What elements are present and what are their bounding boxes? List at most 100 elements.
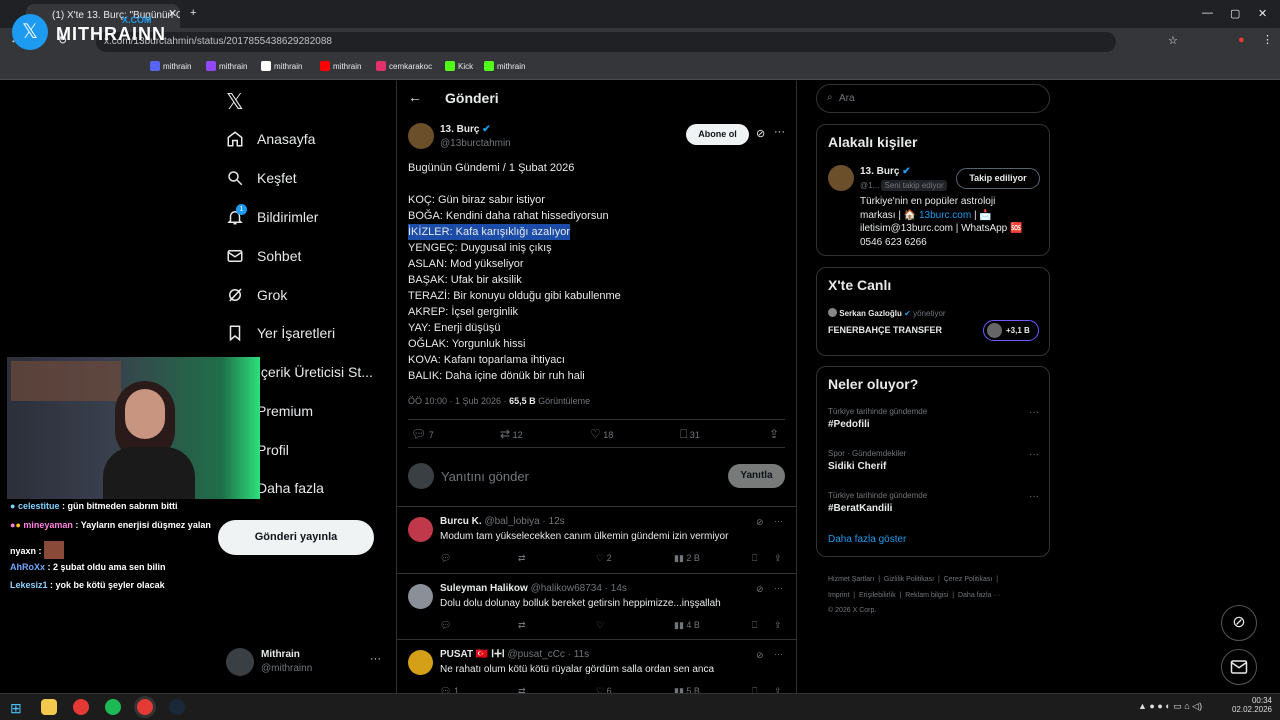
author-avatar[interactable] xyxy=(408,123,434,149)
file-explorer-icon[interactable] xyxy=(41,699,57,715)
footer-link[interactable]: Hizmet Şartları xyxy=(828,576,874,583)
trend-name[interactable]: #Pedofili xyxy=(828,419,870,430)
steam-icon[interactable] xyxy=(169,699,185,715)
person-name[interactable]: 13. Burç ✔ xyxy=(860,166,911,177)
reply-item[interactable]: PUSAT 🇹🇷 ⵏⵜⵏ @pusat_cCc · 11s Ne rahatı … xyxy=(396,639,797,693)
following-button[interactable]: Takip ediliyor xyxy=(956,168,1040,189)
views-action[interactable]: ▮▮ 2 B xyxy=(674,553,700,564)
like-action[interactable]: ♡ 2 xyxy=(596,553,612,564)
more-icon[interactable]: ··· xyxy=(774,516,783,526)
messages-float-button[interactable] xyxy=(1221,649,1257,685)
maximize-icon[interactable]: ▢ xyxy=(1230,7,1240,20)
bookmark-action[interactable]: ⎕ 31 xyxy=(680,427,700,442)
grok-icon xyxy=(229,288,242,302)
like-action[interactable]: ♡ 6 xyxy=(596,686,612,693)
avatar[interactable] xyxy=(226,648,254,676)
menu-icon[interactable]: ⋮ xyxy=(1262,33,1273,46)
share-icon[interactable]: ⇪ xyxy=(774,620,782,631)
minimize-icon[interactable]: — xyxy=(1202,7,1213,19)
more-icon[interactable]: ··· xyxy=(1029,491,1039,502)
views-action[interactable]: ▮▮ 5 B xyxy=(674,686,700,693)
reply-action[interactable]: 💬︎ 7 xyxy=(411,427,434,441)
grok-icon[interactable]: ⊘ xyxy=(756,127,765,140)
footer-link[interactable]: Gizlilik Politikası xyxy=(884,576,934,583)
live-topic[interactable]: FENERBAHÇE TRANSFER xyxy=(828,325,942,335)
grok-icon[interactable]: ⊘ xyxy=(756,650,764,661)
windows-start-icon[interactable]: ⊞ xyxy=(10,700,22,717)
spotify-icon[interactable] xyxy=(105,699,121,715)
share-icon[interactable]: ⇪ xyxy=(774,686,782,693)
avatar[interactable] xyxy=(828,165,854,191)
repost-icon[interactable]: ⇄ xyxy=(518,553,526,564)
chrome-active-icon[interactable] xyxy=(137,699,153,715)
account-name[interactable]: Mithrain xyxy=(261,649,300,660)
bookmark-0[interactable]: mithrain xyxy=(150,61,191,71)
views-action[interactable]: ▮▮ 4 B xyxy=(674,620,700,631)
reply-input[interactable]: Yanıtını gönder xyxy=(441,469,529,484)
reply-item[interactable]: Burcu K. @bal_lobiya · 12s Modum tam yük… xyxy=(396,506,797,573)
bookmark-2[interactable]: mithrain xyxy=(261,61,302,71)
show-more-link[interactable]: Daha fazla göster xyxy=(828,534,906,545)
chrome-icon[interactable] xyxy=(73,699,89,715)
more-icon[interactable]: ··· xyxy=(774,649,783,659)
reply-icon[interactable]: 💬︎ xyxy=(440,620,451,631)
footer-link[interactable]: Daha fazla ··· xyxy=(958,592,1000,599)
bookmark-icon[interactable]: ⎕ xyxy=(752,553,757,564)
bookmark-icon[interactable]: ⎕ xyxy=(752,686,757,693)
post-button[interactable]: Gönderi yayınla xyxy=(218,520,374,555)
grok-icon[interactable]: ⊘ xyxy=(756,584,764,595)
author-name[interactable]: 13. Burç ✔ xyxy=(440,124,491,135)
footer-link[interactable]: Imprint xyxy=(828,592,849,599)
back-arrow-icon[interactable]: ← xyxy=(408,89,422,105)
more-icon[interactable]: ··· xyxy=(1029,407,1039,418)
footer-link[interactable]: Erişilebilirlik xyxy=(859,592,896,599)
reply-button[interactable]: Yanıtla xyxy=(728,464,785,488)
repost-icon[interactable]: ⇄ xyxy=(518,620,526,631)
chat-text: : xyxy=(36,546,45,556)
bio-link[interactable]: 13burc.com xyxy=(919,210,971,221)
search-box[interactable]: ⌕ Ara xyxy=(816,84,1050,113)
more-icon[interactable]: ··· xyxy=(1029,449,1039,460)
bookmark-5[interactable]: Kick xyxy=(445,61,473,71)
post-line: ASLAN: Mod yükseliyor xyxy=(408,258,524,270)
grok-icon[interactable]: ⊘ xyxy=(756,517,764,528)
tray-icons[interactable]: ▲ ● ● ◐ ▭ ⌂ ◁) xyxy=(1138,701,1202,712)
more-icon[interactable]: ··· xyxy=(774,126,785,138)
repost-icon[interactable]: ⇄ xyxy=(518,686,526,693)
nav-label: Premium xyxy=(257,403,314,419)
reply-icon[interactable]: 💬︎ xyxy=(440,553,451,564)
repost-icon: ⇄ xyxy=(500,427,511,441)
reply-item[interactable]: Suleyman Halikow @halikow68734 · 14s Dol… xyxy=(396,573,797,639)
bookmark-1[interactable]: mithrain xyxy=(206,61,247,71)
star-icon[interactable]: ☆ xyxy=(1168,34,1178,47)
new-tab-icon[interactable]: + xyxy=(190,7,196,19)
bookmark-4[interactable]: cemkarakoc xyxy=(376,61,432,71)
trend-name[interactable]: #BeratKandili xyxy=(828,503,892,514)
bookmark-6[interactable]: mithrain xyxy=(484,61,525,71)
footer-separator: | xyxy=(878,576,881,583)
subscribe-button[interactable]: Abone ol xyxy=(686,124,749,145)
bookmark-icon[interactable]: ⎕ xyxy=(752,620,757,631)
repost-action[interactable]: ⇄ 12 xyxy=(500,427,523,441)
more-icon[interactable]: ··· xyxy=(370,653,381,665)
reply-action[interactable]: 💬︎ 1 xyxy=(440,686,459,693)
footer-link[interactable]: Çerez Politikası xyxy=(944,576,993,583)
tab-close-icon[interactable]: ✕ xyxy=(168,7,177,20)
share-icon[interactable]: ⇪ xyxy=(774,553,782,564)
like-action[interactable]: ♡ 18 xyxy=(590,427,613,441)
search-input[interactable]: Ara xyxy=(839,93,855,104)
heart-icon[interactable]: ♡ xyxy=(596,620,604,631)
url-field[interactable]: x.com/13burctahmin/status/20178554386292… xyxy=(96,32,1116,52)
share-icon[interactable]: ⇪ xyxy=(769,427,779,441)
trend-name[interactable]: Sidiki Cherif xyxy=(828,461,886,472)
bookmark-3[interactable]: mithrain xyxy=(320,61,361,71)
x-logo-icon[interactable]: 𝕏 xyxy=(226,89,244,115)
window-close-icon[interactable]: ✕ xyxy=(1258,7,1267,20)
grok-float-icon[interactable]: ⊘ xyxy=(1221,605,1257,641)
live-listeners[interactable]: +3,1 B xyxy=(983,320,1039,341)
clock[interactable]: 00:34 02.02.2026 xyxy=(1230,696,1272,714)
chat-user: celestitue xyxy=(17,501,60,511)
profile-icon[interactable]: ● xyxy=(1238,34,1245,46)
more-icon[interactable]: ··· xyxy=(774,583,783,593)
footer-link[interactable]: Reklam bilgisi xyxy=(905,592,948,599)
